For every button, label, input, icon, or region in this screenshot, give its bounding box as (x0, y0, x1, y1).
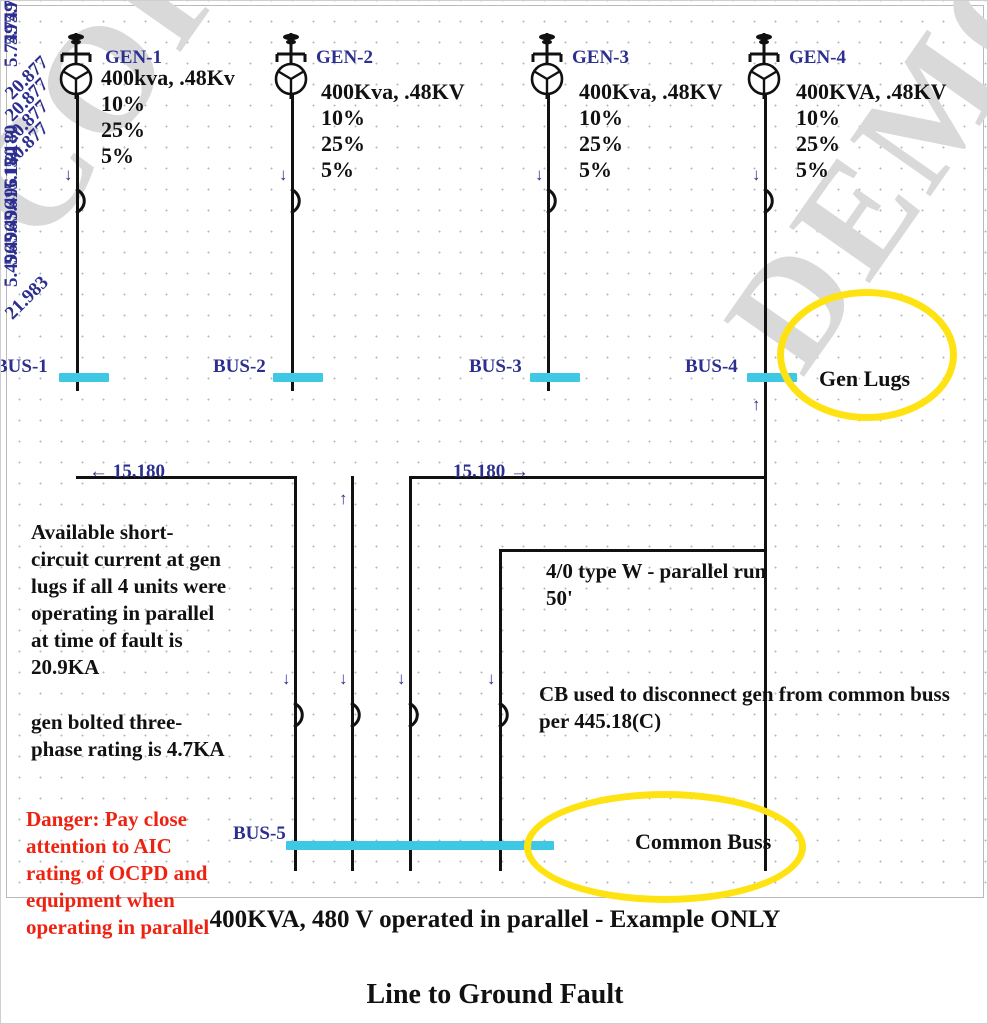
generator-symbol-gen-4 (737, 31, 791, 99)
note-conductor-run: 4/0 type W - parallel run 50' (546, 559, 767, 610)
gen-2-name: GEN-2 (316, 47, 373, 68)
generator-symbol-gen-3 (520, 31, 574, 99)
feeder-1-arrow-icon: ↓ (282, 669, 291, 688)
gen-3-riser-wire (547, 93, 550, 391)
busbar-bus-4 (747, 373, 797, 382)
gen-4-rating: 400KVA, .48KV (796, 79, 947, 104)
gen-3-flow-arrow-icon: ↓ (535, 165, 544, 184)
gen-2-imp-3: 5% (321, 157, 354, 182)
circuit-breaker-feeder-4 (490, 701, 512, 729)
tie-right-flow-label: 15.180 → (453, 461, 529, 482)
circuit-breaker-feeder-1 (285, 701, 307, 729)
diagram-page: COPY DEMO GEN-1 400kva, .48Kv 10% 25% 5%… (0, 0, 988, 1024)
bus-3-label: BUS-3 (469, 356, 522, 377)
gen-3-rating: 400Kva, .48KV (579, 79, 723, 104)
feeder-3-arrow-icon: ↓ (397, 669, 406, 688)
circuit-breaker-gen-4 (755, 187, 777, 215)
note-cb-disconnect: CB used to disconnect gen from common bu… (539, 682, 950, 733)
busbar-bus-5 (286, 841, 554, 850)
feeder-wire-1 (294, 476, 297, 871)
gen-lugs-callout: Gen Lugs (819, 366, 911, 391)
gen-2-riser-wire (291, 93, 294, 391)
gen-4-imp-1: 10% (796, 105, 840, 130)
gen-4-imp-2: 25% (796, 131, 840, 156)
busbar-bus-1 (59, 373, 109, 382)
gen-3-name: GEN-3 (572, 47, 629, 68)
gen-1-imp-2: 25% (101, 117, 145, 142)
gen-4-name: GEN-4 (789, 47, 846, 68)
gen-2-rating: 400Kva, .48KV (321, 79, 465, 104)
gen-2-flow-arrow-icon: ↓ (279, 165, 288, 184)
feeder-4-arrow-icon: ↓ (487, 669, 496, 688)
circuit-breaker-gen-3 (538, 187, 560, 215)
feeder-wire-2 (351, 476, 354, 871)
feeder-2-arrow-icon: ↓ (339, 669, 348, 688)
diagram-title-caption: Line to Ground Fault (366, 979, 624, 1010)
circuit-breaker-feeder-2 (342, 701, 364, 729)
gen-1-flow-arrow-icon: ↓ (64, 165, 73, 184)
riser-bus4-arrow-icon: ↑ (752, 395, 761, 414)
feeder-wire-3 (409, 476, 412, 871)
note-available-short-circuit: Available short-circuit current at gen l… (31, 520, 227, 679)
bus-4-label: BUS-4 (685, 356, 738, 377)
gen-1-rating: 400kva, .48Kv (101, 65, 235, 90)
diagram-caption: 400KVA, 480 V operated in parallel - Exa… (209, 906, 781, 933)
circuit-breaker-gen-2 (282, 187, 304, 215)
circuit-breaker-gen-1 (67, 187, 89, 215)
gen-3-imp-2: 25% (579, 131, 623, 156)
gen-2-imp-1: 10% (321, 105, 365, 130)
gen-lugs-highlight-ellipse (777, 289, 957, 421)
gen-3-imp-3: 5% (579, 157, 612, 182)
gen-4-imp-3: 5% (796, 157, 829, 182)
gen-1-imp-3: 5% (101, 143, 134, 168)
bus-1-label: BUS-1 (0, 356, 48, 377)
gen-3-imp-1: 10% (579, 105, 623, 130)
riser-bus2-arrow-icon: ↑ (339, 489, 348, 508)
bus-5-label: BUS-5 (233, 823, 286, 844)
conductor-run-wire (499, 549, 764, 552)
gen-4-flow-arrow-icon: ↓ (752, 165, 761, 184)
feeder-4-flow-label: 5.496 (1, 244, 22, 287)
busbar-bus-2 (273, 373, 323, 382)
gen-2-imp-2: 25% (321, 131, 365, 156)
busbar-bus-3 (530, 373, 580, 382)
tie-left-flow-label: ← 15.180 (89, 461, 165, 482)
circuit-breaker-feeder-3 (400, 701, 422, 729)
bus-2-label: BUS-2 (213, 356, 266, 377)
note-bolted-rating: gen bolted three-phase rating is 4.7KA (31, 710, 225, 761)
common-buss-callout: Common Buss (635, 829, 772, 854)
gen-1-imp-1: 10% (101, 91, 145, 116)
